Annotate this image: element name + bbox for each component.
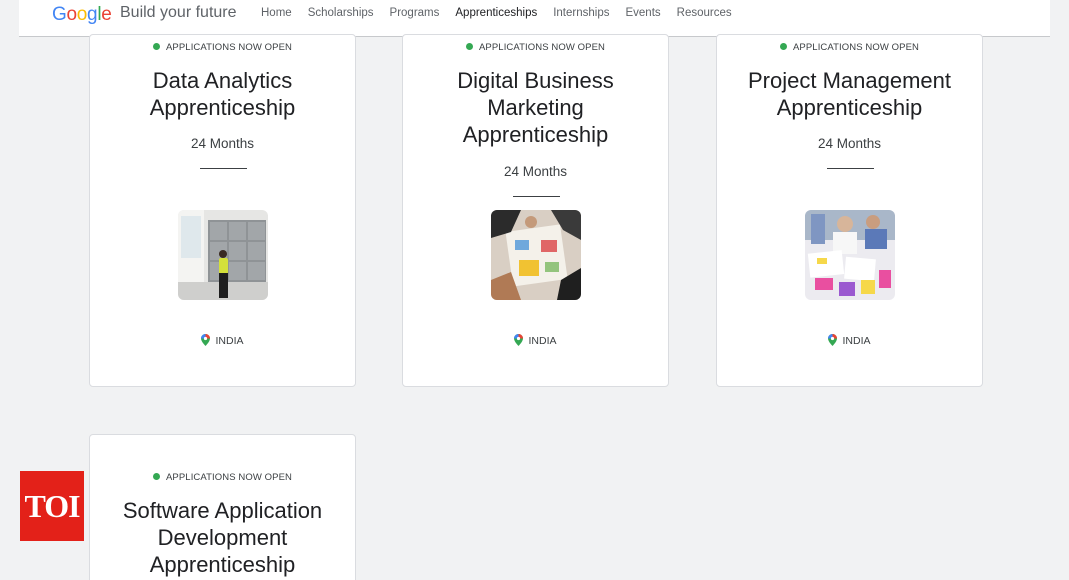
location-label: INDIA	[403, 334, 668, 347]
google-logo[interactable]: Google	[52, 4, 112, 26]
nav-internships[interactable]: Internships	[545, 0, 617, 37]
nav-events[interactable]: Events	[617, 0, 668, 37]
presenter-photo	[178, 210, 268, 300]
status-dot-icon	[153, 473, 160, 480]
card-duration: 24 Months	[817, 136, 882, 151]
site-header: Google Build your future Home Scholarshi…	[19, 0, 1050, 37]
status-dot-icon	[466, 43, 473, 50]
card-title: Project Management Apprenticeship	[748, 68, 951, 120]
logo-letter: o	[76, 4, 88, 25]
nav-resources[interactable]: Resources	[669, 0, 740, 37]
location-pin-icon	[201, 334, 211, 346]
program-card-software-development[interactable]: APPLICATIONS NOW OPEN Software Applicati…	[89, 434, 356, 580]
status-badge: APPLICATIONS NOW OPEN	[403, 42, 668, 53]
site-title[interactable]: Build your future	[120, 4, 237, 22]
divider	[513, 196, 560, 197]
nav-apprenticeships[interactable]: Apprenticeships	[447, 0, 545, 37]
planning-session-photo	[805, 210, 895, 300]
logo-letter: e	[101, 4, 112, 25]
status-text: APPLICATIONS NOW OPEN	[166, 472, 292, 483]
location-pin-icon	[828, 334, 838, 346]
logo-letter: G	[52, 4, 67, 25]
card-duration: 24 Months	[503, 164, 568, 179]
status-badge: APPLICATIONS NOW OPEN	[90, 42, 355, 53]
divider	[200, 168, 247, 169]
logo-letter: g	[87, 4, 98, 25]
location-text: INDIA	[528, 335, 557, 347]
status-text: APPLICATIONS NOW OPEN	[793, 42, 919, 53]
status-text: APPLICATIONS NOW OPEN	[166, 42, 292, 53]
program-card-data-analytics[interactable]: APPLICATIONS NOW OPEN Data Analytics App…	[89, 34, 356, 387]
status-dot-icon	[780, 43, 787, 50]
card-title: Digital Business Marketing Apprenticeshi…	[457, 68, 614, 147]
status-dot-icon	[153, 43, 160, 50]
status-badge: APPLICATIONS NOW OPEN	[90, 472, 355, 483]
location-pin-icon	[514, 334, 524, 346]
location-label: INDIA	[90, 334, 355, 347]
card-title: Software Application Development Apprent…	[122, 498, 323, 577]
card-title: Data Analytics Apprenticeship	[149, 68, 296, 120]
location-text: INDIA	[842, 335, 871, 347]
status-text: APPLICATIONS NOW OPEN	[479, 42, 605, 53]
location-label: INDIA	[717, 334, 982, 347]
program-card-project-management[interactable]: APPLICATIONS NOW OPEN Project Management…	[716, 34, 983, 387]
card-duration: 24 Months	[190, 136, 255, 151]
location-text: INDIA	[215, 335, 244, 347]
divider	[827, 168, 874, 169]
nav-programs[interactable]: Programs	[382, 0, 448, 37]
toi-watermark-logo: TOI	[20, 471, 84, 541]
nav-scholarships[interactable]: Scholarships	[300, 0, 382, 37]
main-nav: Home Scholarships Programs Apprenticeshi…	[253, 0, 740, 37]
logo-letter: o	[66, 4, 77, 25]
team-workshop-photo	[491, 210, 581, 300]
program-card-digital-marketing[interactable]: APPLICATIONS NOW OPEN Digital Business M…	[402, 34, 669, 387]
nav-home[interactable]: Home	[253, 0, 300, 37]
status-badge: APPLICATIONS NOW OPEN	[717, 42, 982, 53]
